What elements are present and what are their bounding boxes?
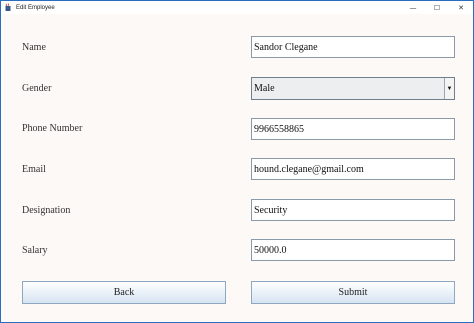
submit-button[interactable]: Submit <box>251 281 455 304</box>
close-button[interactable]: ✕ <box>449 1 473 14</box>
title-bar: Edit Employee — ☐ ✕ <box>1 1 473 14</box>
phone-label: Phone Number <box>22 123 83 134</box>
gender-select[interactable]: Male ▼ <box>251 77 455 100</box>
name-field[interactable]: Sandor Clegane <box>251 36 455 58</box>
email-field[interactable]: hound.clegane@gmail.com <box>251 158 455 180</box>
window-title: Edit Employee <box>16 4 55 11</box>
edit-employee-window: Edit Employee — ☐ ✕ Name Sandor Clegane … <box>0 0 474 323</box>
dropdown-arrow-icon[interactable]: ▼ <box>444 78 454 99</box>
minimize-button[interactable]: — <box>401 1 425 14</box>
maximize-button[interactable]: ☐ <box>425 1 449 14</box>
salary-field[interactable]: 50000.0 <box>251 239 455 261</box>
designation-label: Designation <box>22 205 71 216</box>
back-button[interactable]: Back <box>22 281 226 304</box>
phone-field[interactable]: 9966558865 <box>251 118 455 140</box>
designation-field[interactable]: Security <box>251 199 455 221</box>
name-label: Name <box>22 42 46 53</box>
gender-selected-value: Male <box>254 83 275 94</box>
email-label: Email <box>22 164 46 175</box>
window-controls: — ☐ ✕ <box>401 1 473 14</box>
salary-label: Salary <box>22 245 48 256</box>
java-coffee-icon <box>4 3 13 12</box>
gender-label: Gender <box>22 83 52 94</box>
